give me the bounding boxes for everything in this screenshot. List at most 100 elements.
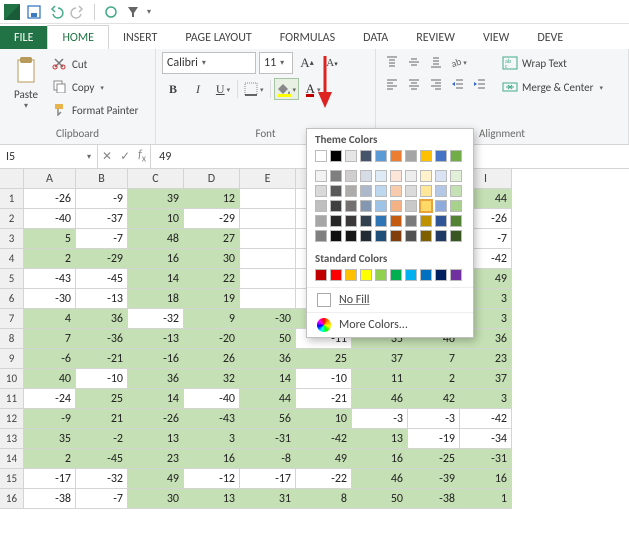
cell[interactable]: 25 xyxy=(76,389,128,409)
row-header[interactable]: 13 xyxy=(0,429,24,449)
cell[interactable]: 44 xyxy=(240,389,296,409)
format-painter-button[interactable]: Format Painter xyxy=(52,100,138,120)
cell[interactable]: 49 xyxy=(128,469,184,489)
color-swatch[interactable] xyxy=(450,170,462,182)
color-swatch[interactable] xyxy=(360,215,372,227)
cell[interactable]: 31 xyxy=(240,489,296,509)
cell[interactable]: -17 xyxy=(24,469,76,489)
undo-icon[interactable] xyxy=(48,4,64,20)
align-left-icon[interactable] xyxy=(382,74,402,94)
cell[interactable]: -9 xyxy=(24,409,76,429)
color-swatch[interactable] xyxy=(420,200,432,212)
color-swatch[interactable] xyxy=(360,185,372,197)
tab-file[interactable]: FILE xyxy=(0,26,47,49)
cell[interactable]: 11 xyxy=(352,369,408,389)
cell[interactable] xyxy=(240,209,296,229)
color-swatch[interactable] xyxy=(420,230,432,242)
color-swatch[interactable] xyxy=(390,200,402,212)
save-icon[interactable] xyxy=(26,4,42,20)
color-swatch[interactable] xyxy=(435,150,447,162)
cell[interactable]: 32 xyxy=(184,369,240,389)
cell[interactable]: 36 xyxy=(240,349,296,369)
tab-view[interactable]: VIEW xyxy=(469,26,523,49)
align-bottom-icon[interactable] xyxy=(426,52,446,72)
cell[interactable]: 42 xyxy=(408,389,460,409)
cell[interactable]: -42 xyxy=(296,429,352,449)
cell[interactable]: 50 xyxy=(240,329,296,349)
cell[interactable]: -38 xyxy=(408,489,460,509)
color-swatch[interactable] xyxy=(330,185,342,197)
tab-developer[interactable]: DEVE xyxy=(523,26,577,49)
cell[interactable]: -45 xyxy=(76,269,128,289)
color-swatch[interactable] xyxy=(315,230,327,242)
cell[interactable]: 27 xyxy=(184,229,240,249)
cell[interactable]: 46 xyxy=(352,469,408,489)
cell[interactable]: 1 xyxy=(460,489,512,509)
cell[interactable]: 23 xyxy=(128,449,184,469)
cell[interactable]: 26 xyxy=(184,349,240,369)
cell[interactable]: 36 xyxy=(76,309,128,329)
column-header[interactable]: E xyxy=(240,169,296,189)
color-swatch[interactable] xyxy=(330,150,342,162)
row-header[interactable]: 7 xyxy=(0,309,24,329)
color-swatch[interactable] xyxy=(360,170,372,182)
cell[interactable]: -26 xyxy=(128,409,184,429)
tab-data[interactable]: DATA xyxy=(349,26,402,49)
color-swatch[interactable] xyxy=(390,215,402,227)
cell[interactable]: 46 xyxy=(352,389,408,409)
color-swatch[interactable] xyxy=(375,150,387,162)
color-swatch[interactable] xyxy=(390,230,402,242)
redo-icon[interactable] xyxy=(70,4,86,20)
color-swatch[interactable] xyxy=(450,185,462,197)
color-swatch[interactable] xyxy=(360,269,372,281)
paste-button[interactable]: Paste ▾ xyxy=(6,52,46,111)
cell[interactable]: 40 xyxy=(24,369,76,389)
cell[interactable]: -36 xyxy=(76,329,128,349)
cell[interactable]: -3 xyxy=(408,409,460,429)
cell[interactable]: -16 xyxy=(128,349,184,369)
align-right-icon[interactable] xyxy=(426,74,446,94)
color-swatch[interactable] xyxy=(450,230,462,242)
cell[interactable]: 16 xyxy=(184,449,240,469)
color-swatch[interactable] xyxy=(360,150,372,162)
cell[interactable]: 30 xyxy=(128,489,184,509)
row-header[interactable]: 9 xyxy=(0,349,24,369)
cell[interactable]: 3 xyxy=(184,429,240,449)
color-swatch[interactable] xyxy=(405,150,417,162)
font-size-combo[interactable]: 11▾ xyxy=(259,52,293,74)
cell[interactable] xyxy=(240,249,296,269)
copy-button[interactable]: Copy▾ xyxy=(52,77,138,97)
increase-font-icon[interactable]: A▴ xyxy=(296,52,318,74)
cell[interactable]: -37 xyxy=(76,209,128,229)
bold-button[interactable]: B xyxy=(162,78,184,100)
cell[interactable]: -2 xyxy=(76,429,128,449)
row-header[interactable]: 6 xyxy=(0,289,24,309)
cell[interactable]: 35 xyxy=(24,429,76,449)
name-box[interactable]: I5▾ xyxy=(0,145,98,168)
cell[interactable]: 30 xyxy=(184,249,240,269)
cell[interactable]: 16 xyxy=(352,449,408,469)
cell[interactable]: -42 xyxy=(460,409,512,429)
cell[interactable]: -26 xyxy=(24,189,76,209)
cell[interactable]: -7 xyxy=(76,229,128,249)
color-swatch[interactable] xyxy=(345,170,357,182)
color-swatch[interactable] xyxy=(360,200,372,212)
cell[interactable]: -6 xyxy=(24,349,76,369)
touch-mode-icon[interactable] xyxy=(103,4,119,20)
cell[interactable] xyxy=(240,189,296,209)
color-swatch[interactable] xyxy=(420,150,432,162)
italic-button[interactable]: I xyxy=(187,78,209,100)
cell[interactable]: -21 xyxy=(296,389,352,409)
cell[interactable]: -31 xyxy=(240,429,296,449)
color-swatch[interactable] xyxy=(375,200,387,212)
color-swatch[interactable] xyxy=(315,170,327,182)
color-swatch[interactable] xyxy=(330,215,342,227)
merge-center-button[interactable]: Merge & Center▾ xyxy=(502,76,603,98)
color-swatch[interactable] xyxy=(375,269,387,281)
cell[interactable]: -30 xyxy=(240,309,296,329)
cell[interactable]: 2 xyxy=(24,449,76,469)
cell[interactable]: 19 xyxy=(184,289,240,309)
cell[interactable]: -21 xyxy=(76,349,128,369)
orientation-icon[interactable]: ab▾ xyxy=(448,52,468,72)
cell[interactable]: 7 xyxy=(24,329,76,349)
